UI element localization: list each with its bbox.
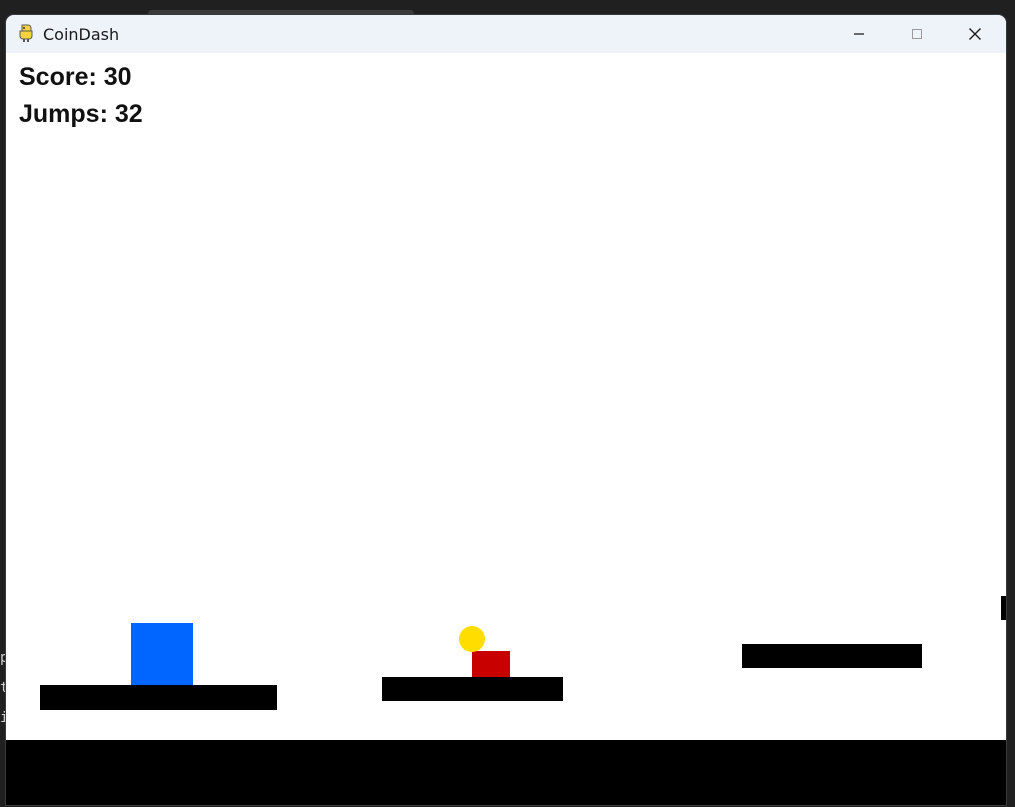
score-display: Score: 30 (19, 63, 132, 91)
maximize-button[interactable] (888, 15, 946, 53)
player-block (131, 623, 193, 685)
window-title: CoinDash (43, 25, 120, 44)
platform (40, 685, 277, 710)
game-canvas[interactable]: Score: 30 Jumps: 32 (6, 53, 1006, 740)
coin (459, 626, 485, 652)
jumps-display: Jumps: 32 (19, 100, 143, 128)
close-button[interactable] (946, 15, 1004, 53)
game-window[interactable]: CoinDash Score: 30 Jumps: 32 (6, 15, 1006, 805)
ground-bar (6, 740, 1006, 805)
maximize-icon (912, 29, 922, 39)
platform (382, 677, 563, 701)
close-icon (969, 28, 981, 40)
platform (742, 644, 922, 668)
platform (1001, 596, 1006, 620)
minimize-button[interactable] (830, 15, 888, 53)
enemy-block (472, 651, 510, 677)
minimize-icon (854, 33, 864, 35)
pygame-snake-icon (19, 24, 33, 42)
title-bar[interactable]: CoinDash (6, 15, 1006, 53)
